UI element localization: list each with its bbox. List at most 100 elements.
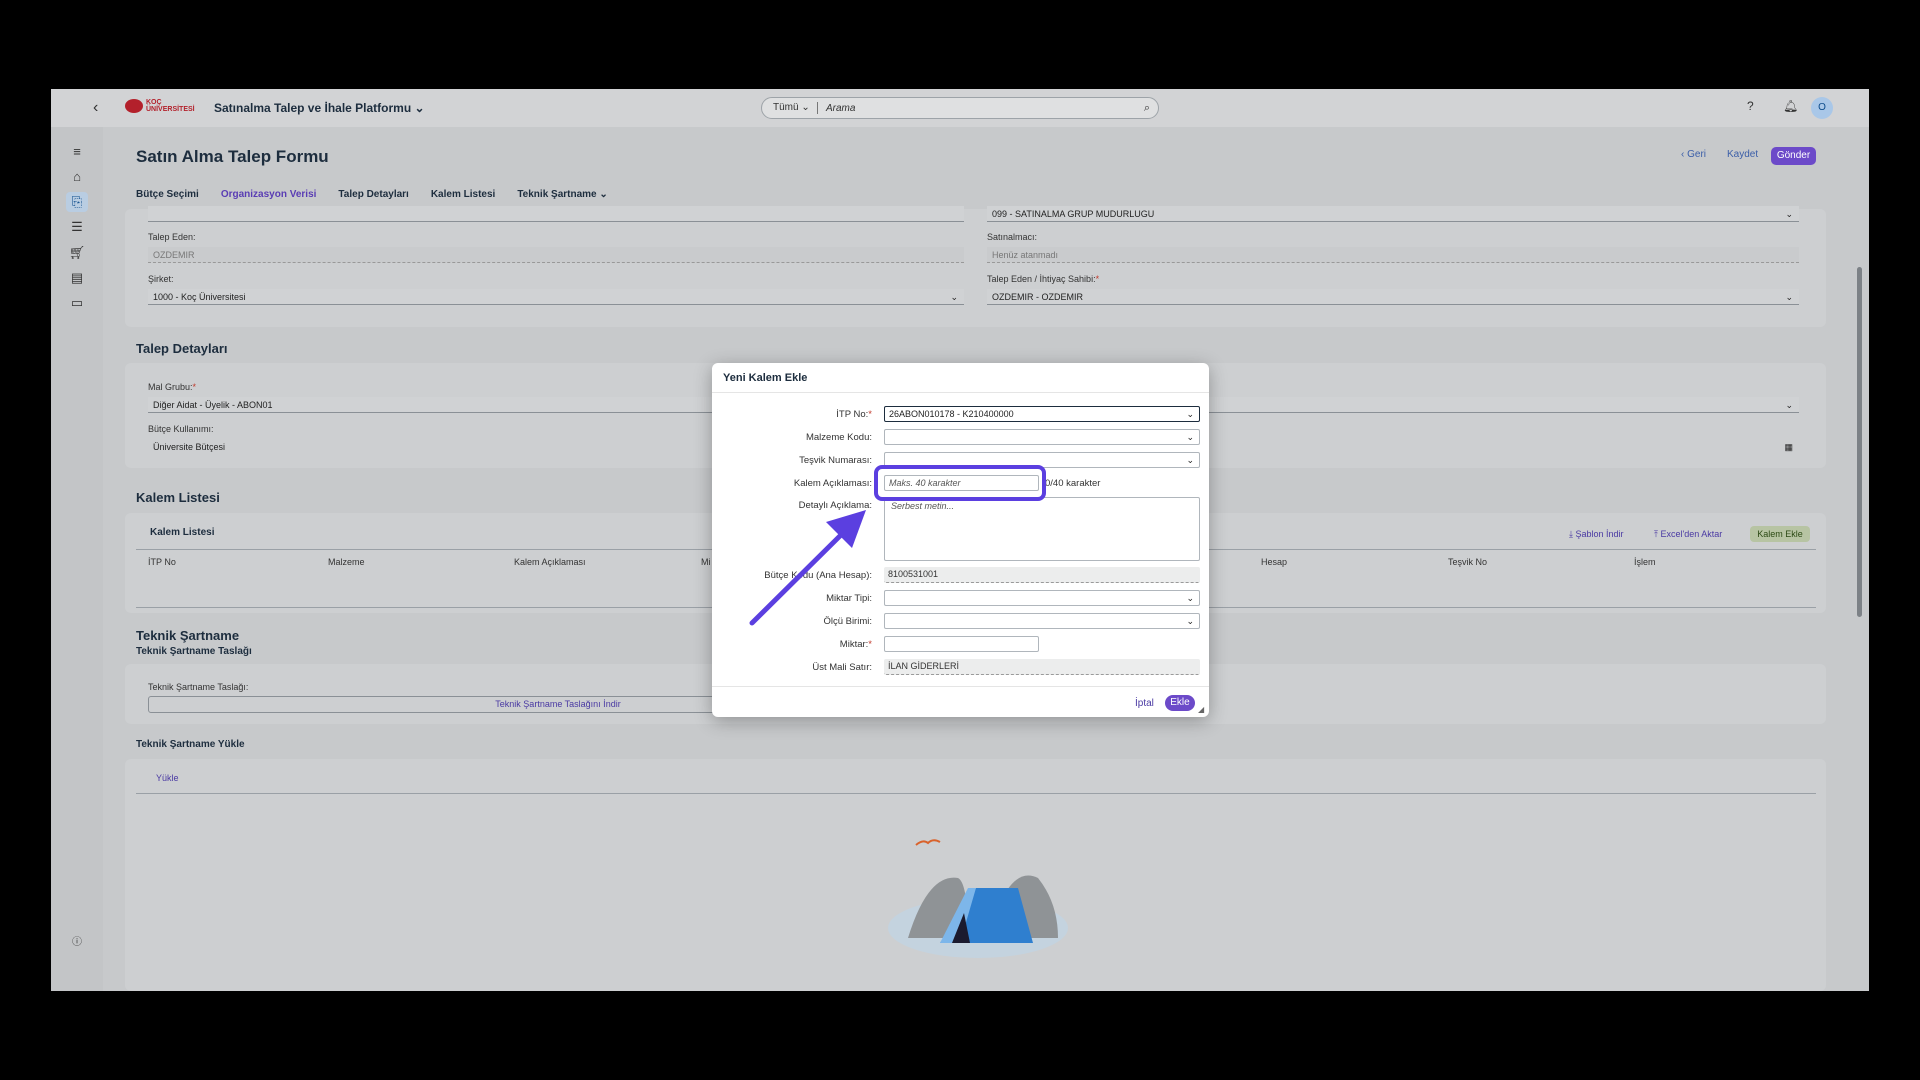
search-scope[interactable]: Tümü ⌄ xyxy=(762,102,818,114)
butce-kullanimi-value: Üniversite Bütçesi xyxy=(153,442,226,452)
kalem-counter: 0/40 karakter xyxy=(1045,478,1101,489)
ihtiyac-select[interactable]: OZDEMIR - OZDEMIR ⌄ xyxy=(987,289,1799,305)
ihtiyac-label-text: Talep Eden / İhtiyaç Sahibi: xyxy=(987,274,1096,284)
mal-grubu-label: Mal Grubu:* xyxy=(148,382,196,392)
detay-textarea[interactable]: Serbest metin... xyxy=(884,497,1200,561)
kaydet-button[interactable]: Kaydet xyxy=(1727,149,1758,160)
iptal-button[interactable]: İptal xyxy=(1135,698,1154,709)
shell-bar: ‹ KOÇ ÜNİVERSİTESİ Satınalma Talep ve İh… xyxy=(51,89,1869,127)
satinalmaci-label: Satınalmacı: xyxy=(987,232,1038,242)
sirket-value: 1000 - Koç Üniversitesi xyxy=(153,292,246,302)
yukle-tab[interactable]: Yükle xyxy=(156,773,179,783)
info-icon[interactable]: ⓘ xyxy=(66,933,88,953)
teknik-section-title: Teknik Şartname xyxy=(136,628,240,643)
empty-state-tent-illustration xyxy=(888,839,1068,958)
itp-value: 26ABON010178 - K210400000 xyxy=(889,409,1014,419)
ust-mali-field: İLAN GİDERLERİ xyxy=(884,659,1200,675)
document-icon[interactable]: ▤ xyxy=(66,268,88,288)
geri-button[interactable]: ‹ Geri xyxy=(1681,149,1706,160)
talep-eden-field: OZDEMIR xyxy=(148,247,964,263)
chevron-down-icon: ⌄ xyxy=(599,189,608,200)
org-top-right-field[interactable]: 099 - SATINALMA GRUP MUDURLUGU ⌄ xyxy=(987,206,1799,222)
calendar-icon[interactable]: ▦ xyxy=(1784,439,1793,455)
cart-icon[interactable]: 🛒︎ xyxy=(66,243,88,263)
mal-grubu-value: Diğer Aidat - Üyelik - ABON01 xyxy=(153,400,273,410)
menu-icon[interactable]: ≡ xyxy=(66,142,88,162)
mal-grubu-label-text: Mal Grubu: xyxy=(148,382,193,392)
org-card xyxy=(125,209,1826,327)
tab-divider xyxy=(136,793,1816,794)
tab-teknik-label: Teknik Şartname xyxy=(517,189,597,200)
itp-select[interactable]: 26ABON010178 - K210400000 ⌄ xyxy=(884,406,1200,422)
satinalmaci-field: Henüz atanmadı xyxy=(987,247,1799,263)
butce-kullanimi-label: Bütçe Kullanımı: xyxy=(148,424,214,434)
detay-label: Detaylı Açıklama: xyxy=(798,500,872,511)
scrollbar-thumb[interactable] xyxy=(1857,267,1862,617)
logo-mark xyxy=(125,99,143,113)
col-tesvik: Teşvik No xyxy=(1448,557,1488,567)
request-icon[interactable]: ⎘ xyxy=(66,192,88,212)
miktar-tipi-label: Miktar Tipi: xyxy=(826,593,872,604)
sirket-select[interactable]: 1000 - Koç Üniversitesi ⌄ xyxy=(148,289,964,305)
logo-text-2: ÜNİVERSİTESİ xyxy=(146,106,195,113)
excel-aktar-label: Excel'den Aktar xyxy=(1660,529,1723,539)
yeni-kalem-dialog: Yeni Kalem Ekle İTP No:* 26ABON010178 - … xyxy=(712,363,1209,717)
search-input[interactable]: Arama xyxy=(818,103,1136,114)
miktar-label: Miktar:* xyxy=(712,639,872,650)
bell-icon[interactable]: 🔔︎ xyxy=(1783,99,1798,113)
ihtiyac-label: Talep Eden / İhtiyaç Sahibi:* xyxy=(987,274,1099,284)
butce-kodu-label: Bütçe Kodu (Ana Hesap): xyxy=(764,570,872,581)
folder-icon[interactable]: ▭ xyxy=(66,293,88,313)
scrollbar[interactable] xyxy=(1850,127,1869,991)
ust-mali-label: Üst Mali Satır: xyxy=(812,662,872,673)
gonder-button[interactable]: Gönder xyxy=(1771,147,1816,165)
malzeme-select[interactable]: ⌄ xyxy=(884,429,1200,445)
butce-kodu-field: 8100531001 xyxy=(884,567,1200,583)
teknik-taslak-label: Teknik Şartname Taslağı: xyxy=(148,682,249,692)
kalem-table-title: Kalem Listesi xyxy=(150,527,215,538)
chevron-down-icon: ⌄ xyxy=(414,101,425,115)
kalem-aciklamasi-label: Kalem Açıklaması: xyxy=(793,478,872,489)
search-bar[interactable]: Tümü ⌄ Arama ⌕ xyxy=(761,97,1159,119)
search-scope-label: Tümü xyxy=(773,102,799,113)
chevron-down-icon: ⌄ xyxy=(1785,292,1793,302)
chevron-down-icon: ⌄ xyxy=(1785,209,1793,219)
tesvik-label: Teşvik Numarası: xyxy=(799,455,872,466)
ekle-button[interactable]: Ekle xyxy=(1165,695,1195,711)
teknik-subtitle: Teknik Şartname Taslağı xyxy=(136,646,252,657)
olcu-birimi-select[interactable]: ⌄ xyxy=(884,613,1200,629)
chevron-down-icon: ⌄ xyxy=(1186,409,1194,419)
back-icon[interactable]: ‹ xyxy=(93,99,98,117)
list-icon[interactable]: ☰ xyxy=(66,217,88,237)
side-nav: ≡ ⌂ ⎘ ☰ 🛒︎ ▤ ▭ ⓘ xyxy=(51,127,103,991)
excel-aktar-button[interactable]: ⤒ Excel'den Aktar xyxy=(1654,529,1722,540)
required-marker: * xyxy=(868,639,872,650)
sablon-indir-button[interactable]: ⤓ Şablon İndir xyxy=(1569,529,1624,540)
resize-handle-icon[interactable]: ◢ xyxy=(1198,705,1204,714)
logo: KOÇ ÜNİVERSİTESİ xyxy=(125,99,195,113)
col-kalem-aciklamasi: Kalem Açıklaması xyxy=(514,557,586,567)
required-marker: * xyxy=(192,382,197,392)
chevron-down-icon: ⌄ xyxy=(950,292,958,302)
dialog-footer-divider xyxy=(712,686,1209,687)
kalem-ekle-button[interactable]: Kalem Ekle xyxy=(1750,526,1810,542)
help-icon[interactable]: ? xyxy=(1747,99,1754,113)
org-top-left-field[interactable] xyxy=(148,206,964,222)
org-top-right-value: 099 - SATINALMA GRUP MUDURLUGU xyxy=(992,209,1155,219)
chevron-down-icon: ⌄ xyxy=(801,102,810,113)
search-icon[interactable]: ⌕ xyxy=(1136,102,1158,115)
miktar-input[interactable] xyxy=(884,636,1039,652)
chevron-down-icon: ⌄ xyxy=(1186,616,1194,626)
chevron-down-icon: ⌄ xyxy=(1186,593,1194,603)
home-icon[interactable]: ⌂ xyxy=(66,167,88,187)
sablon-indir-label: Şablon İndir xyxy=(1575,529,1624,539)
miktar-tipi-select[interactable]: ⌄ xyxy=(884,590,1200,606)
app-title-menu[interactable]: Satınalma Talep ve İhale Platformu ⌄ xyxy=(214,101,425,115)
col-itp: İTP No xyxy=(148,557,176,567)
avatar[interactable]: O xyxy=(1811,97,1833,119)
teknik-yukle-title: Teknik Şartname Yükle xyxy=(136,739,245,750)
olcu-birimi-label: Ölçü Birimi: xyxy=(823,616,872,627)
geri-label: Geri xyxy=(1687,149,1707,160)
miktar-label-text: Miktar: xyxy=(839,639,869,650)
col-malzeme: Malzeme xyxy=(328,557,365,567)
